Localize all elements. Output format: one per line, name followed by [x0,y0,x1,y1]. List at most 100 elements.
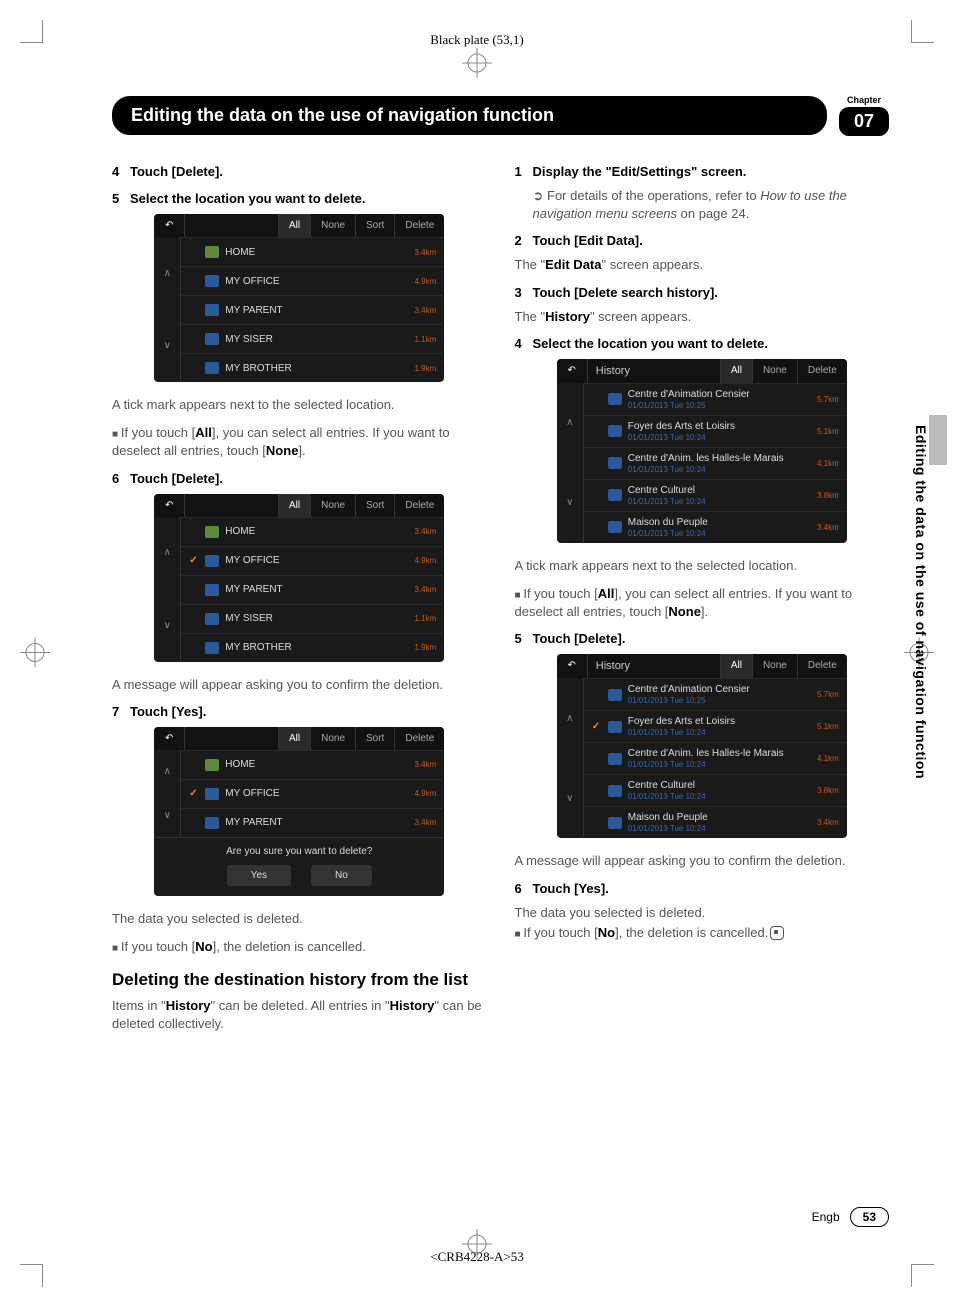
list-item[interactable]: Centre Culturel01/01/2013 Tue 10:243.8km [584,479,847,511]
crop-mark [20,20,43,43]
list-item[interactable]: MY PARENT3.4km [181,808,444,837]
list-item[interactable]: MY PARENT3.4km [181,295,444,324]
toolbar-button[interactable]: All [278,727,310,750]
toolbar-button[interactable]: Delete [394,494,444,517]
item-name: MY PARENT [225,584,402,595]
scroll-down-icon[interactable]: ∨ [557,758,583,838]
toolbar-button[interactable]: All [278,494,310,517]
toolbar-button[interactable]: All [720,654,752,678]
registration-mark-left [20,637,50,670]
item-timestamp: 01/01/2013 Tue 10:25 [628,401,805,410]
toolbar-button[interactable]: Sort [355,214,394,237]
list-item[interactable]: MY SISER1.1km [181,324,444,353]
favorite-icon [205,275,219,287]
toolbar-button[interactable]: Sort [355,727,394,750]
footer-lang: Engb [812,1210,840,1224]
crop-mark [911,1264,934,1287]
favorite-icon [205,333,219,345]
step-num: 7 [112,704,130,719]
list-item[interactable]: MY OFFICE4.9km [181,266,444,295]
list-item[interactable]: ✓Foyer des Arts et Loisirs01/01/2013 Tue… [584,710,847,742]
list-item[interactable]: MY PARENT3.4km [181,575,444,604]
step-num: 6 [515,881,533,896]
toolbar-button[interactable]: None [310,494,355,517]
list-item[interactable]: HOME3.4km [181,517,444,546]
list-item[interactable]: MY BROTHER1.9km [181,353,444,382]
favorite-icon [205,642,219,654]
step-text: Touch [Delete]. [533,631,626,646]
toolbar-button[interactable]: All [278,214,310,237]
list-item[interactable]: MY SISER1.1km [181,604,444,633]
list-item[interactable]: Maison du Peuple01/01/2013 Tue 10:243.4k… [584,806,847,838]
toolbar-button[interactable]: Delete [394,214,444,237]
crop-mark [20,1264,43,1287]
step-num: 3 [515,285,533,300]
step-num: 4 [112,164,130,179]
back-icon[interactable]: ↶ [154,494,185,517]
list-item[interactable]: Foyer des Arts et Loisirs01/01/2013 Tue … [584,415,847,447]
check-icon: ✓ [592,721,608,732]
step-text: Select the location you want to delete. [533,336,769,351]
item-distance: 4.1km [805,754,839,763]
item-distance: 1.9km [402,643,436,652]
list-item[interactable]: Maison du Peuple01/01/2013 Tue 10:243.4k… [584,511,847,543]
step-num: 6 [112,471,130,486]
yes-button[interactable]: Yes [227,865,291,886]
list-item[interactable]: ✓MY OFFICE4.9km [181,546,444,575]
list-item[interactable]: Centre d'Animation Censier01/01/2013 Tue… [584,678,847,710]
toolbar-button[interactable]: Delete [394,727,444,750]
scroll-up-icon[interactable]: ∧ [154,237,180,310]
toolbar-button[interactable]: All [720,359,752,383]
list-item[interactable]: HOME3.4km [181,750,444,779]
toolbar-button[interactable]: None [310,214,355,237]
back-icon[interactable]: ↶ [154,727,185,750]
note-all-none: If you touch [All], you can select all e… [515,585,890,621]
cross-ref: For details of the operations, refer to … [533,187,890,223]
item-name: HOME [225,759,402,770]
toolbar-button[interactable]: Sort [355,494,394,517]
scroll-up-icon[interactable]: ∧ [557,383,583,463]
item-distance: 4.9km [402,277,436,286]
list-item[interactable]: Centre d'Animation Censier01/01/2013 Tue… [584,383,847,415]
scroll-down-icon[interactable]: ∨ [154,310,180,383]
scroll-up-icon[interactable]: ∧ [154,750,180,794]
history-icon [608,393,622,405]
screenshot-history-2: ↶HistoryAllNoneDelete∧∨Centre d'Animatio… [557,654,847,838]
scroll-down-icon[interactable]: ∨ [154,589,180,662]
list-item[interactable]: ✓MY OFFICE4.9km [181,779,444,808]
list-item[interactable]: HOME3.4km [181,237,444,266]
body-text: A tick mark appears next to the selected… [112,396,487,414]
screenshot-favorites-confirm: ↶ AllNoneSortDelete ∧∨HOME3.4km✓MY OFFICE4… [154,727,444,896]
favorite-icon [205,555,219,567]
step-text: Touch [Yes]. [533,881,609,896]
body-text: A message will appear asking you to conf… [515,852,890,870]
item-distance: 5.7km [805,395,839,404]
list-item[interactable]: Centre d'Anim. les Halles-le Marais01/01… [584,447,847,479]
favorite-icon [205,788,219,800]
no-button[interactable]: No [311,865,372,886]
back-icon[interactable]: ↶ [557,654,588,678]
list-item[interactable]: Centre d'Anim. les Halles-le Marais01/01… [584,742,847,774]
scroll-down-icon[interactable]: ∨ [557,463,583,543]
step-text: Display the "Edit/Settings" screen. [533,164,747,179]
scroll-down-icon[interactable]: ∨ [154,793,180,837]
screen-title: History [588,359,720,383]
toolbar-button[interactable]: Delete [797,359,847,383]
screenshot-history-1: ↶HistoryAllNoneDelete ∧∨ Centre d'Animatio… [557,359,847,543]
item-distance: 1.9km [402,364,436,373]
scroll-up-icon[interactable]: ∧ [154,517,180,590]
toolbar-button[interactable]: Delete [797,654,847,678]
back-icon[interactable]: ↶ [557,359,588,383]
item-distance: 5.1km [805,427,839,436]
scroll-up-icon[interactable]: ∧ [557,678,583,758]
toolbar-button[interactable]: None [310,727,355,750]
toolbar-button[interactable]: None [752,654,797,678]
toolbar-button[interactable]: None [752,359,797,383]
back-icon[interactable]: ↶ [154,214,185,237]
body-text: A message will appear asking you to conf… [112,676,487,694]
item-name: MY OFFICE [225,276,402,287]
chapter-banner: Editing the data on the use of navigatio… [112,96,827,135]
list-item[interactable]: MY BROTHER1.9km [181,633,444,662]
item-name: MY OFFICE [225,555,402,566]
list-item[interactable]: Centre Culturel01/01/2013 Tue 10:243.8km [584,774,847,806]
